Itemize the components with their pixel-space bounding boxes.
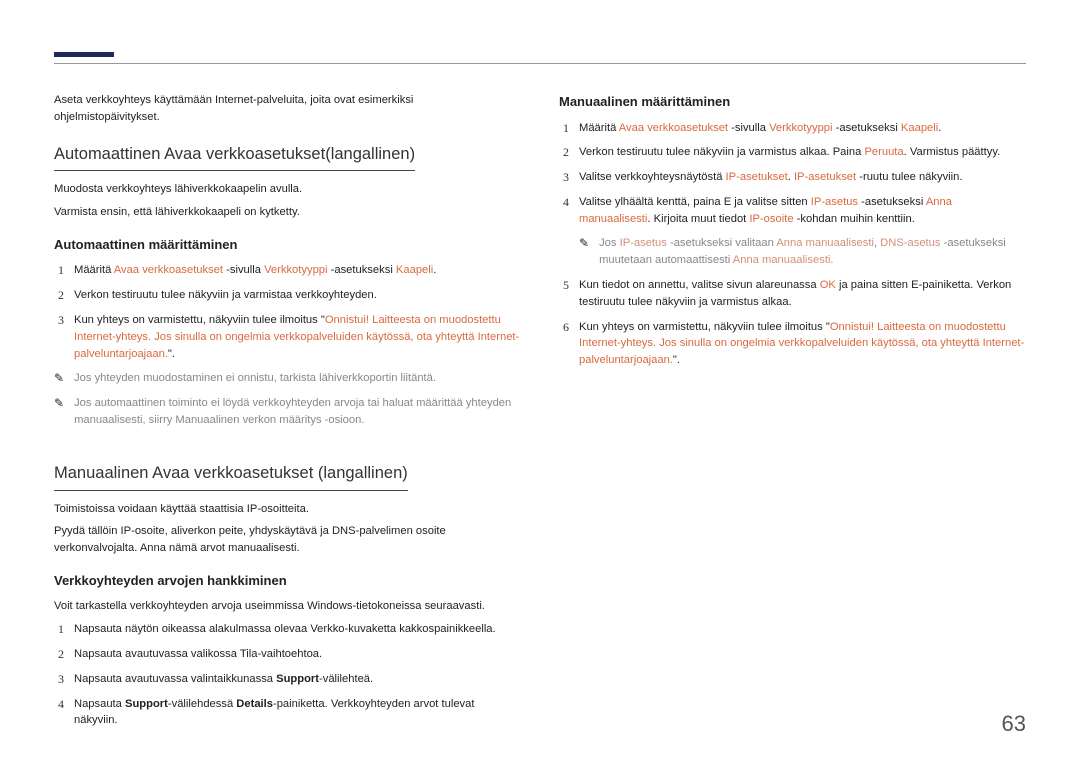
right-column: Manuaalinen määrittäminen 1 Määritä Avaa… <box>559 92 1026 737</box>
get-values-steps: 1 Napsauta näytön oikeassa alakulmassa o… <box>54 621 521 729</box>
step-text: Napsauta avautuvassa valikossa Tila-vaih… <box>74 646 521 663</box>
step-1: 1 Napsauta näytön oikeassa alakulmassa o… <box>54 621 521 638</box>
step-6: 6 Kun yhteys on varmistettu, näkyviin tu… <box>559 319 1026 369</box>
step-number: 1 <box>54 262 64 279</box>
note-icon: ✎ <box>54 370 64 387</box>
section1-p1: Muodosta verkkoyhteys lähiverkkokaapelin… <box>54 181 521 198</box>
step-1: 1 Määritä Avaa verkkoasetukset -sivulla … <box>54 262 521 279</box>
note-icon: ✎ <box>54 395 64 412</box>
step-number: 2 <box>54 646 64 663</box>
section-title-manual: Manuaalinen Avaa verkkoasetukset (langal… <box>54 461 408 491</box>
step-4: 4 Napsauta Support-välilehdessä Details-… <box>54 696 521 730</box>
page-number: 63 <box>1002 711 1026 737</box>
intro-text: Aseta verkkoyhteys käyttämään Internet-p… <box>54 92 521 126</box>
step-number: 3 <box>54 312 64 329</box>
note-row: ✎ Jos yhteyden muodostaminen ei onnistu,… <box>54 370 521 387</box>
note-text: Jos IP-asetus -asetukseksi valitaan Anna… <box>599 235 1026 269</box>
step-3: 3 Napsauta avautuvassa valintaikkunassa … <box>54 671 521 688</box>
step-number: 6 <box>559 319 569 336</box>
note-text: Jos yhteyden muodostaminen ei onnistu, t… <box>74 370 521 387</box>
note-row: ✎ Jos IP-asetus -asetukseksi valitaan An… <box>579 235 1026 269</box>
section2-p1: Toimistoissa voidaan käyttää staattisia … <box>54 501 521 518</box>
subhead-auto-setup: Automaattinen määrittäminen <box>54 235 521 255</box>
step-3: 3 Kun yhteys on varmistettu, näkyviin tu… <box>54 312 521 362</box>
auto-setup-steps: 1 Määritä Avaa verkkoasetukset -sivulla … <box>54 262 521 362</box>
left-column: Aseta verkkoyhteys käyttämään Internet-p… <box>54 92 521 737</box>
step-number: 3 <box>559 169 569 186</box>
two-column-layout: Aseta verkkoyhteys käyttämään Internet-p… <box>54 92 1026 737</box>
step-number: 2 <box>559 144 569 161</box>
step-text: Määritä Avaa verkkoasetukset -sivulla Ve… <box>74 262 521 279</box>
step-text: Napsauta avautuvassa valintaikkunassa Su… <box>74 671 521 688</box>
step-text: Valitse ylhäältä kenttä, paina E ja vali… <box>579 194 1026 228</box>
step-text: Napsauta näytön oikeassa alakulmassa ole… <box>74 621 521 638</box>
step-number: 3 <box>54 671 64 688</box>
manual-setup-steps: 1 Määritä Avaa verkkoasetukset -sivulla … <box>559 120 1026 228</box>
step-number: 4 <box>54 696 64 713</box>
step-text: Kun yhteys on varmistettu, näkyviin tule… <box>74 312 521 362</box>
step-number: 1 <box>559 120 569 137</box>
step-1: 1 Määritä Avaa verkkoasetukset -sivulla … <box>559 120 1026 137</box>
step-text: Kun yhteys on varmistettu, näkyviin tule… <box>579 319 1026 369</box>
step-number: 1 <box>54 621 64 638</box>
section2-p2: Pyydä tällöin IP-osoite, aliverkon peite… <box>54 523 521 557</box>
step-text: Määritä Avaa verkkoasetukset -sivulla Ve… <box>579 120 1026 137</box>
subhead-manual-setup: Manuaalinen määrittäminen <box>559 92 1026 112</box>
step-text: Kun tiedot on annettu, valitse sivun ala… <box>579 277 1026 311</box>
step-3: 3 Valitse verkkoyhteysnäytöstä IP-asetuk… <box>559 169 1026 186</box>
step-5: 5 Kun tiedot on annettu, valitse sivun a… <box>559 277 1026 311</box>
manual-setup-steps-cont: 5 Kun tiedot on annettu, valitse sivun a… <box>559 277 1026 369</box>
step-text: Verkon testiruutu tulee näkyviin ja varm… <box>74 287 521 304</box>
note-text: Jos automaattinen toiminto ei löydä verk… <box>74 395 521 429</box>
step-number: 5 <box>559 277 569 294</box>
section1-p2: Varmista ensin, että lähiverkkokaapeli o… <box>54 204 521 221</box>
step-2: 2 Verkon testiruutu tulee näkyviin ja va… <box>54 287 521 304</box>
step-4: 4 Valitse ylhäältä kenttä, paina E ja va… <box>559 194 1026 228</box>
step-text: Verkon testiruutu tulee näkyviin ja varm… <box>579 144 1026 161</box>
section-title-auto: Automaattinen Avaa verkkoasetukset(langa… <box>54 142 415 172</box>
step-2: 2 Napsauta avautuvassa valikossa Tila-va… <box>54 646 521 663</box>
subhead-get-values: Verkkoyhteyden arvojen hankkiminen <box>54 571 521 591</box>
note-row: ✎ Jos automaattinen toiminto ei löydä ve… <box>54 395 521 429</box>
step-text: Valitse verkkoyhteysnäytöstä IP-asetukse… <box>579 169 1026 186</box>
document-page: Aseta verkkoyhteys käyttämään Internet-p… <box>0 0 1080 763</box>
get-values-intro: Voit tarkastella verkkoyhteyden arvoja u… <box>54 598 521 615</box>
step-number: 4 <box>559 194 569 211</box>
step-text: Napsauta Support-välilehdessä Details-pa… <box>74 696 521 730</box>
accent-bar <box>54 52 114 57</box>
horizontal-rule <box>54 63 1026 64</box>
step-2: 2 Verkon testiruutu tulee näkyviin ja va… <box>559 144 1026 161</box>
step-number: 2 <box>54 287 64 304</box>
note-icon: ✎ <box>579 235 589 252</box>
